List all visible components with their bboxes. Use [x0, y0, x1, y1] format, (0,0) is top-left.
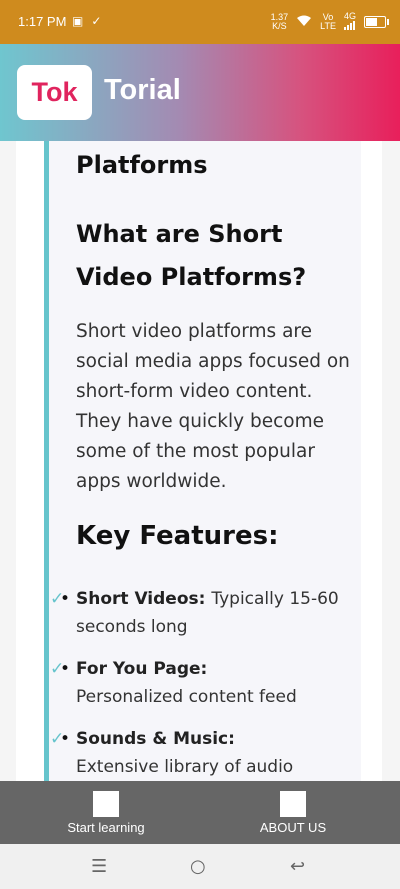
- feature-title: Short Videos:: [76, 589, 212, 609]
- download-done-icon: ✓: [91, 14, 102, 28]
- battery-fill: [366, 18, 377, 26]
- speed-unit: K/S: [272, 21, 287, 31]
- intro-paragraph: Short video platforms are social media a…: [76, 321, 350, 492]
- home-icon[interactable]: ○: [190, 856, 206, 877]
- back-icon[interactable]: ↩: [290, 856, 305, 877]
- start-learning-button[interactable]: Start learning: [36, 791, 176, 835]
- bullet-icon: •: [60, 659, 71, 679]
- volte-bottom: LTE: [320, 21, 336, 31]
- feature-item: ✓ • Short Videos: Typically 15-60 second…: [50, 585, 356, 655]
- status-time: 1:17 PM: [18, 14, 67, 29]
- status-right-icons: 1.37 K/S Vo LTE 4G: [271, 11, 389, 32]
- battery-icon: [364, 16, 389, 28]
- start-learning-icon: [93, 791, 119, 817]
- logo-text: Tok: [31, 77, 78, 107]
- bullet-icon: •: [60, 729, 71, 749]
- feature-title: Sounds & Music:: [76, 729, 235, 749]
- section-heading: What are Short Video Platforms?: [76, 220, 307, 291]
- article-section: Platforms What are Short Video Platforms…: [44, 141, 361, 781]
- signal-icon: [343, 21, 355, 30]
- network-speed: 1.37 K/S: [271, 13, 289, 31]
- feature-item: ✓ • For You Page: Personalized content f…: [50, 655, 356, 725]
- bullet-icon: •: [60, 589, 71, 609]
- recent-apps-icon[interactable]: ☰: [91, 856, 107, 877]
- features-heading: Key Features:: [76, 521, 279, 551]
- sim-card-icon: ▣: [72, 14, 84, 28]
- start-learning-label: Start learning: [67, 820, 145, 835]
- notification-icons: ▣ ✓: [72, 14, 101, 28]
- signal-indicator: 4G: [343, 11, 356, 32]
- wifi-icon: [296, 14, 312, 30]
- about-us-button[interactable]: ABOUT US: [223, 791, 363, 835]
- about-us-icon: [280, 791, 306, 817]
- volte-indicator: Vo LTE: [320, 13, 336, 31]
- logo[interactable]: Tok: [17, 65, 92, 120]
- feature-title: For You Page:: [76, 659, 208, 679]
- system-navigation-bar: ☰ ○ ↩: [0, 844, 400, 889]
- feature-description: Personalized content feed: [76, 687, 297, 707]
- about-us-label: ABOUT US: [259, 820, 327, 835]
- status-bar: 1:17 PM ▣ ✓ 1.37 K/S Vo LTE 4G: [0, 0, 400, 44]
- feature-description: Extensive library of audio: [76, 757, 294, 777]
- bottom-navigation: Start learning ABOUT US: [0, 781, 400, 844]
- network-type: 4G: [343, 11, 356, 21]
- feature-item: ✓ • Sounds & Music: Extensive library of…: [50, 725, 356, 781]
- app-name: Torial: [104, 74, 181, 106]
- features-list: ✓ • Short Videos: Typically 15-60 second…: [50, 585, 356, 781]
- section-heading-platforms: Platforms: [76, 151, 208, 179]
- app-header: Tok Torial: [0, 44, 400, 141]
